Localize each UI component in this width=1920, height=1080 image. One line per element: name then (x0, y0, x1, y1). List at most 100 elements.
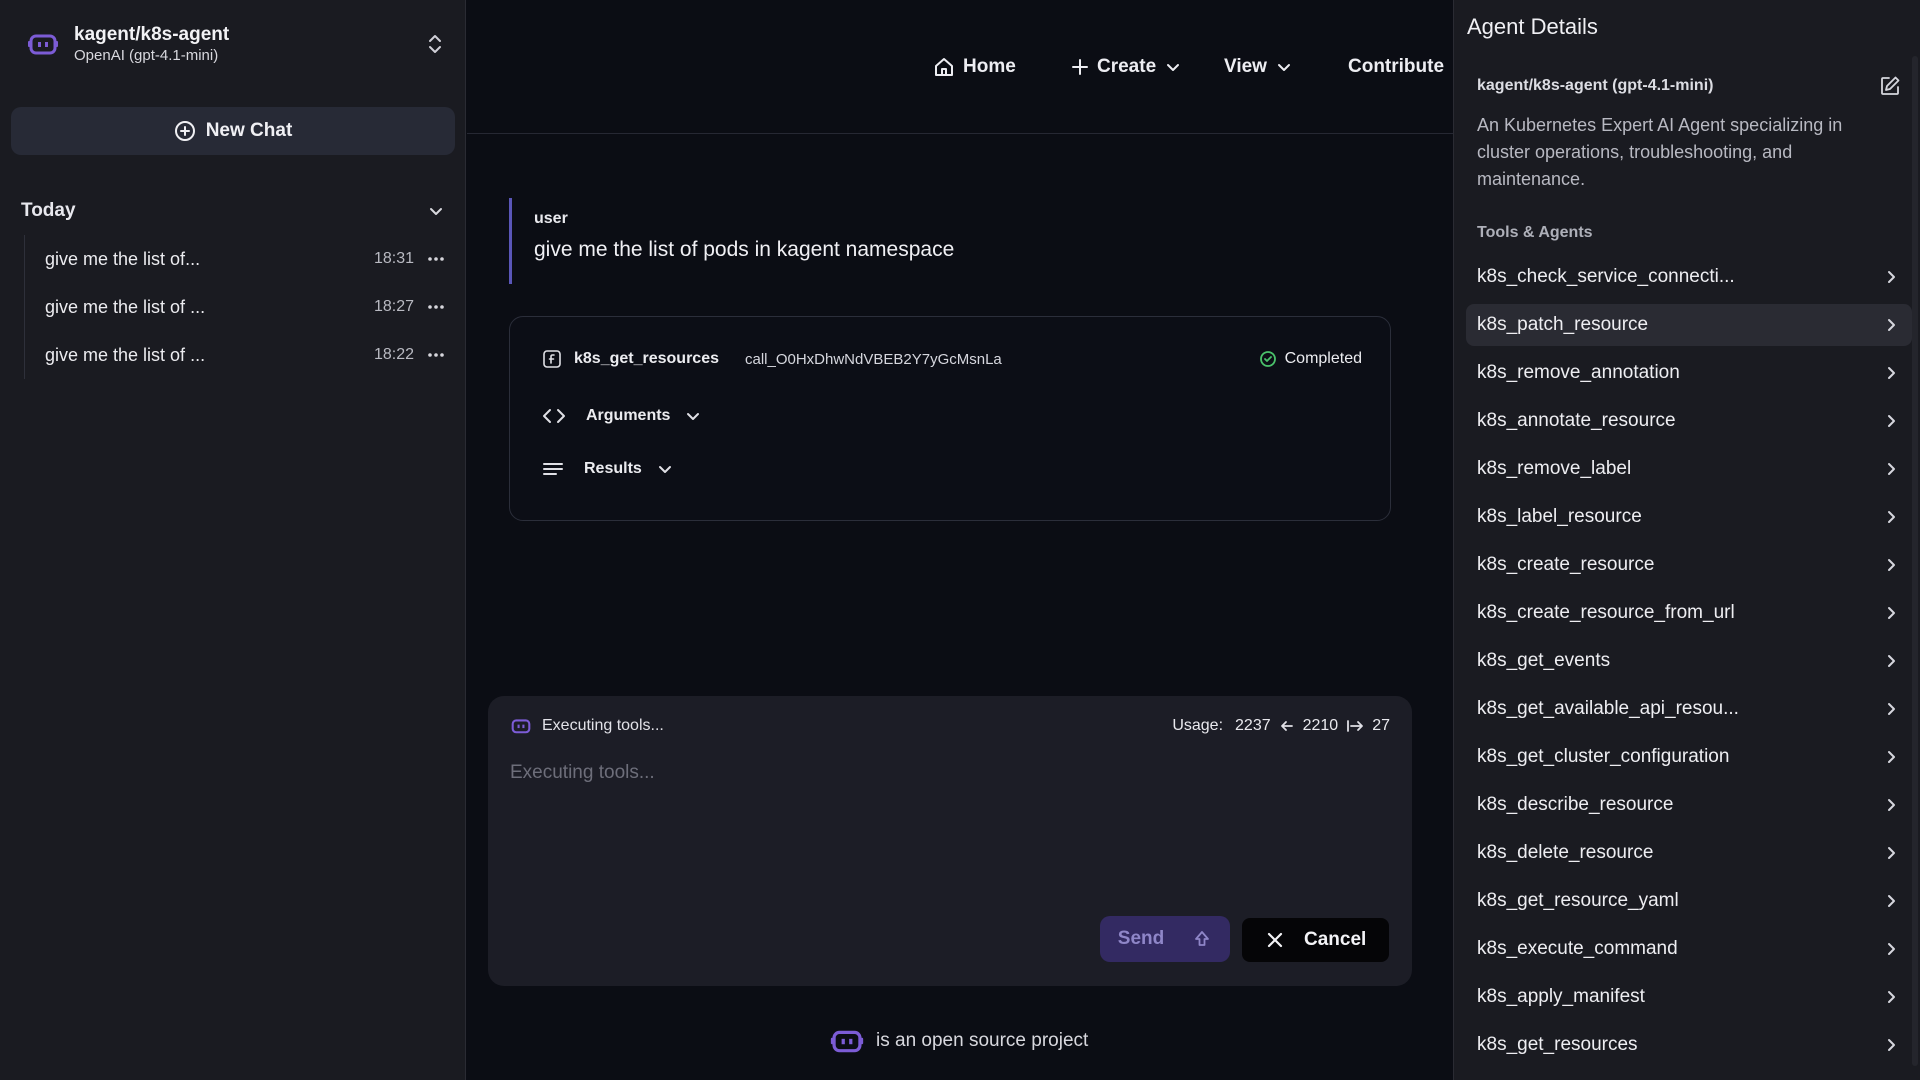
code-icon (542, 406, 566, 426)
agent-model: OpenAI (gpt-4.1-mini) (74, 47, 219, 64)
tool-item[interactable]: k8s_create_resource (1466, 544, 1912, 586)
more-options-icon[interactable] (426, 345, 446, 365)
tool-item-label: k8s_get_resources (1477, 1034, 1638, 1055)
usage-total: 2237 (1235, 717, 1271, 734)
kagent-logo-icon[interactable] (830, 1027, 864, 1055)
history-item[interactable]: give me the list of... 18:31 (25, 235, 446, 283)
tool-item-label: k8s_get_events (1477, 650, 1611, 671)
tool-item-label: k8s_remove_label (1477, 458, 1632, 479)
tool-item-label: k8s_annotate_resource (1477, 410, 1676, 431)
chevron-right-icon (1882, 844, 1900, 862)
nav-view[interactable]: View (1224, 52, 1293, 82)
cancel-label: Cancel (1304, 929, 1367, 950)
tool-item[interactable]: k8s_create_resource_from_url (1466, 592, 1912, 634)
chevron-down-icon (684, 407, 702, 425)
agent-switcher[interactable]: kagent/k8s-agent OpenAI (gpt-4.1-mini) (24, 18, 446, 70)
chevron-right-icon (1882, 940, 1900, 958)
tool-item-label: k8s_apply_manifest (1477, 986, 1645, 1007)
tool-item[interactable]: k8s_apply_manifest (1466, 976, 1912, 1018)
chat-history-list: give me the list of... 18:31 give me the… (24, 235, 446, 379)
tool-item[interactable]: k8s_get_events (1466, 640, 1912, 682)
tool-item[interactable]: k8s_get_resource_yaml (1466, 880, 1912, 922)
agent-identifier: kagent/k8s-agent (gpt-4.1-mini) (1477, 77, 1714, 94)
send-label: Send (1117, 928, 1165, 949)
history-item-time: 18:27 (373, 298, 414, 315)
usage-prompt: 2210 (1302, 717, 1339, 734)
composer-status-label: Executing tools... (542, 717, 664, 734)
edit-icon[interactable] (1879, 75, 1901, 97)
agent-name: kagent/k8s-agent (74, 24, 230, 45)
tool-item[interactable]: k8s_describe_resource (1466, 784, 1912, 826)
panel-scrollbar[interactable] (1912, 56, 1918, 1066)
arrow-left-icon (1279, 718, 1295, 734)
chevron-down-icon (426, 201, 446, 221)
history-section-toggle[interactable]: Today (21, 196, 446, 226)
message-composer: Executing tools... Usage: 2237 2210 27 S… (488, 696, 1412, 986)
tool-name: k8s_get_resources (574, 350, 719, 367)
usage-label: Usage: (1172, 717, 1224, 734)
chevron-down-icon (1164, 58, 1182, 76)
chevron-right-icon (1882, 316, 1900, 334)
composer-status: Executing tools... (510, 717, 664, 735)
nav-home-label: Home (963, 56, 1016, 77)
new-chat-button[interactable]: New Chat (11, 107, 455, 155)
arrow-up-icon (1192, 929, 1212, 949)
message-input[interactable] (510, 762, 1390, 902)
nav-create[interactable]: Create (1071, 52, 1182, 82)
tool-status: Completed (1259, 350, 1362, 368)
chevron-right-icon (1882, 556, 1900, 574)
tools-section-label: Tools & Agents (1477, 224, 1593, 241)
chevron-right-icon (1882, 700, 1900, 718)
tool-item-label: k8s_get_available_api_resou... (1477, 698, 1739, 719)
chevron-right-icon (1882, 796, 1900, 814)
history-section-label: Today (21, 200, 76, 221)
chevron-right-icon (1882, 268, 1900, 286)
tool-item[interactable]: k8s_check_service_connecti... (1466, 256, 1912, 298)
tool-item[interactable]: k8s_remove_annotation (1466, 352, 1912, 394)
tools-list: k8s_check_service_connecti... k8s_patch_r… (1466, 256, 1912, 1072)
tool-item[interactable]: k8s_patch_resource (1466, 304, 1912, 346)
message-text: give me the list of pods in kagent names… (534, 238, 955, 261)
chevron-right-icon (1882, 460, 1900, 478)
results-toggle[interactable]: Results (542, 455, 674, 483)
history-item[interactable]: give me the list of ... 18:22 (25, 331, 446, 379)
more-options-icon[interactable] (426, 249, 446, 269)
more-options-icon[interactable] (426, 297, 446, 317)
tool-item-label: k8s_label_resource (1477, 506, 1642, 527)
kagent-logo-icon (24, 25, 62, 63)
check-circle-icon (1259, 350, 1277, 368)
tool-item-label: k8s_create_resource_from_url (1477, 602, 1735, 623)
history-item[interactable]: give me the list of ... 18:27 (25, 283, 446, 331)
cancel-button[interactable]: Cancel (1242, 918, 1389, 962)
new-chat-label: New Chat (205, 120, 293, 141)
nav-view-label: View (1224, 56, 1267, 77)
tool-item-label: k8s_execute_command (1477, 938, 1678, 959)
chevron-down-icon (1275, 58, 1293, 76)
nav-contribute[interactable]: Contribute (1348, 52, 1444, 82)
tool-item[interactable]: k8s_get_resources (1466, 1024, 1912, 1066)
tool-item[interactable]: k8s_get_available_api_resou... (1466, 688, 1912, 730)
tool-item[interactable]: k8s_remove_label (1466, 448, 1912, 490)
tool-item[interactable]: k8s_get_cluster_configuration (1466, 736, 1912, 778)
tool-item[interactable]: k8s_execute_command (1466, 928, 1912, 970)
footer: is an open source project (830, 1026, 1088, 1056)
token-usage: Usage: 2237 2210 27 (1172, 717, 1390, 735)
agent-header: kagent/k8s-agent (gpt-4.1-mini) (1477, 73, 1901, 99)
agent-details-panel: Agent Details kagent/k8s-agent (gpt-4.1-… (1453, 0, 1920, 1080)
tool-item-label: k8s_check_service_connecti... (1477, 266, 1735, 287)
chat-sidebar: kagent/k8s-agent OpenAI (gpt-4.1-mini) N… (0, 0, 466, 1080)
tool-item[interactable]: k8s_label_resource (1466, 496, 1912, 538)
close-icon (1266, 931, 1284, 949)
top-navigation: Home Create View Contribute (467, 0, 1453, 134)
chevron-right-icon (1882, 652, 1900, 670)
tool-item-label: k8s_get_cluster_configuration (1477, 746, 1730, 767)
chevron-right-icon (1882, 364, 1900, 382)
send-button[interactable]: Send (1100, 916, 1230, 962)
arrow-right-bar-icon (1346, 718, 1364, 734)
tool-item[interactable]: k8s_annotate_resource (1466, 400, 1912, 442)
tool-call-id: call_O0HxDhwNdVBEB2Y7yGcMsnLa (744, 350, 1002, 368)
kagent-logo-icon (510, 717, 532, 735)
tool-item[interactable]: k8s_delete_resource (1466, 832, 1912, 874)
arguments-toggle[interactable]: Arguments (542, 402, 702, 430)
nav-home[interactable]: Home (933, 52, 1016, 82)
